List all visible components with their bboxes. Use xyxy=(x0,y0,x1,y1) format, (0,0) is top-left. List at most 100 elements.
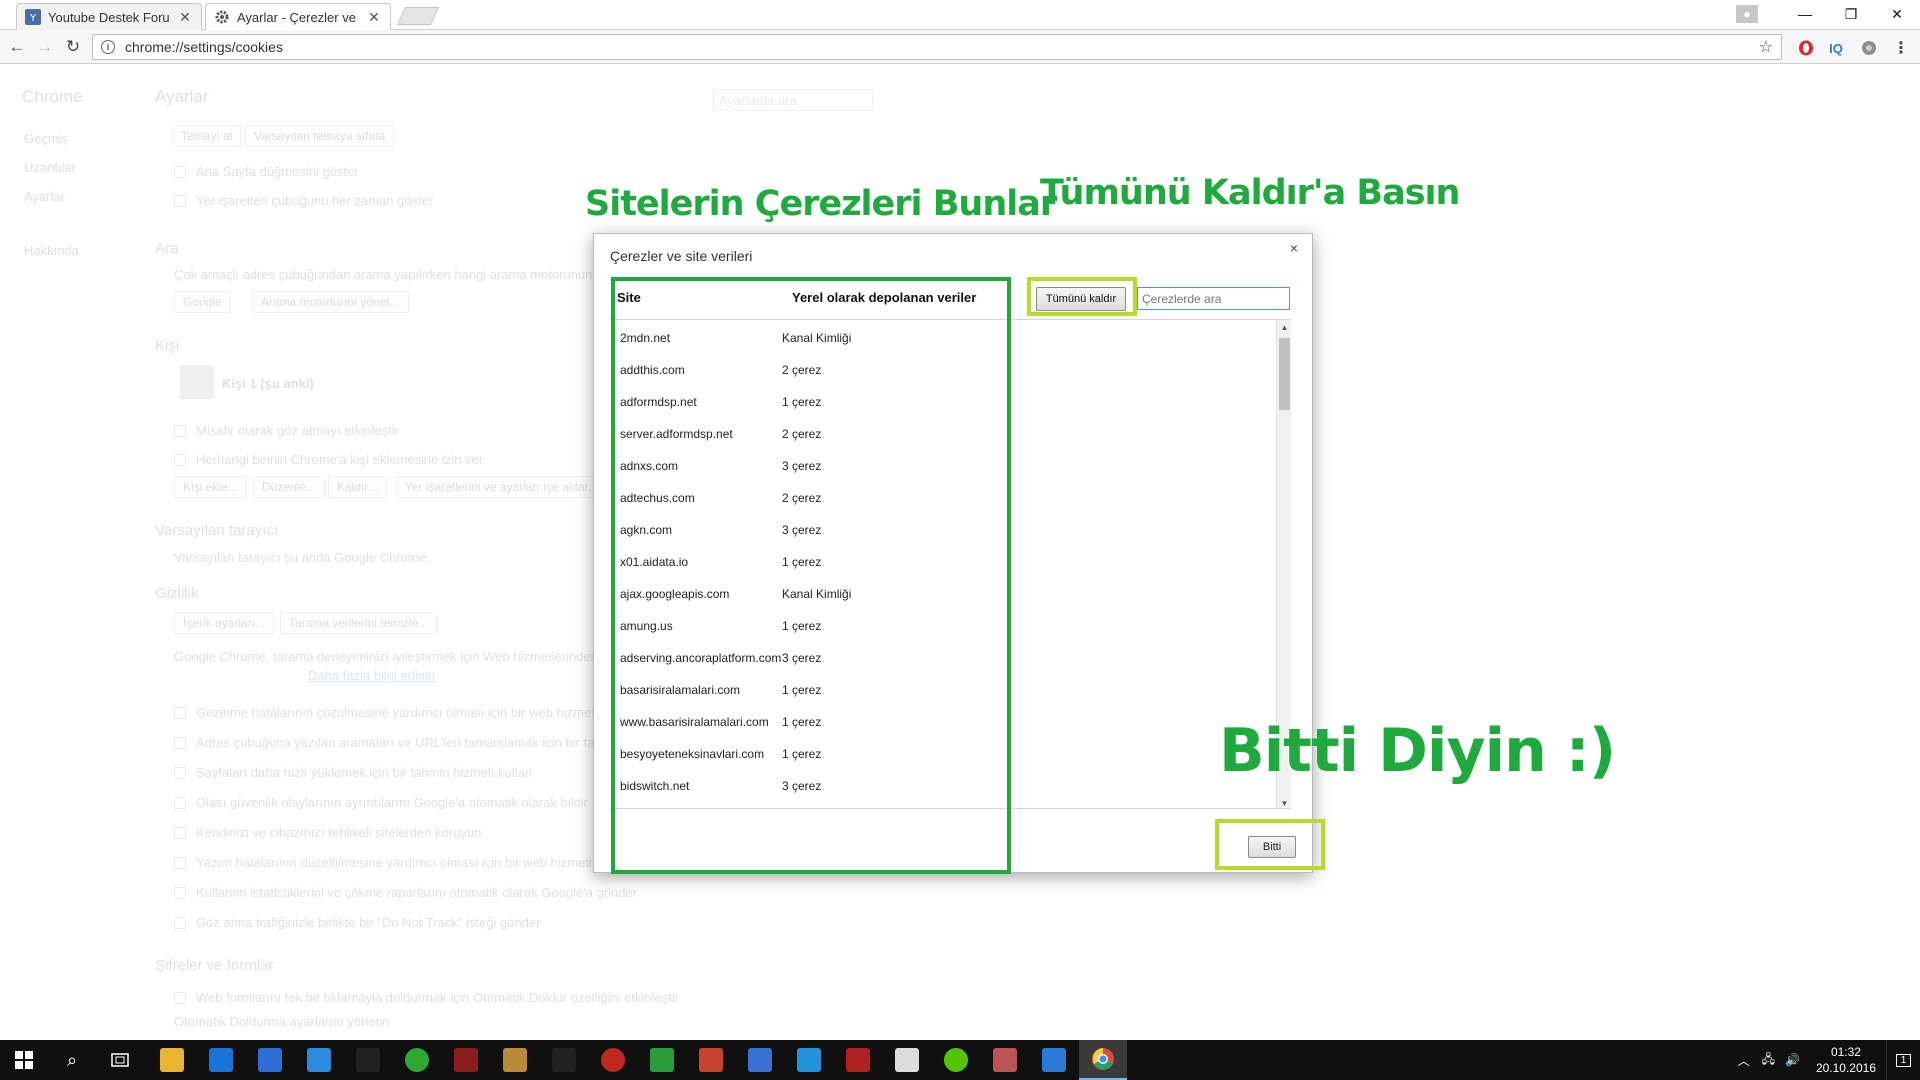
scrollbar-thumb[interactable] xyxy=(1279,338,1290,410)
add-person-button: Kişi ekle... xyxy=(174,476,247,498)
search-engine-select: Google xyxy=(174,291,231,313)
remove-all-highlight-box xyxy=(1027,277,1137,316)
address-bar[interactable]: i chrome://settings/cookies ☆ xyxy=(92,34,1782,60)
tab-close-icon[interactable]: ✕ xyxy=(366,9,382,26)
setting-label: Kendinizi ve cihazınızı tehlikeli sitele… xyxy=(196,825,482,840)
chrome-brand: Chrome xyxy=(22,87,83,106)
close-icon[interactable]: × xyxy=(1286,240,1302,256)
import-bookmarks-button: Yer işaretlerini ve ayarları içe aktar..… xyxy=(396,476,607,498)
taskbar-app-icon[interactable] xyxy=(1030,1040,1078,1080)
taskbar-utorrent-icon[interactable] xyxy=(932,1040,980,1080)
task-view-icon[interactable] xyxy=(96,1040,144,1080)
annotation-remove-all-label: Tümünü Kaldır'a Basın xyxy=(1040,173,1460,213)
minimize-icon[interactable]: — xyxy=(1782,6,1828,22)
checkbox xyxy=(174,195,186,207)
privacy-heading: Gizlilik xyxy=(155,585,199,602)
tab-title: Ayarlar - Çerezler ve site xyxy=(237,9,359,25)
checkbox xyxy=(174,767,186,779)
setting-label: Göz atma trafiğinizle birlikte bir "Do N… xyxy=(196,915,541,930)
file-explorer-icon xyxy=(160,1048,184,1072)
taskbar-obs-icon[interactable] xyxy=(344,1040,392,1080)
camtasia-icon xyxy=(650,1048,674,1072)
search-icon[interactable]: ⌕ xyxy=(48,1040,96,1080)
window-controls: ● — ❐ ✕ xyxy=(1736,0,1920,28)
scroll-up-icon[interactable]: ▲ xyxy=(1277,320,1291,334)
taskbar-utorrent-icon[interactable] xyxy=(393,1040,441,1080)
people-heading: Kişi xyxy=(155,337,180,354)
info-icon[interactable]: i xyxy=(101,40,115,54)
utorrent-icon xyxy=(944,1048,968,1072)
taskbar-file-explorer-icon[interactable] xyxy=(148,1040,196,1080)
address-url[interactable]: chrome://settings/cookies xyxy=(125,39,1759,55)
get-theme-button: Temayı al xyxy=(172,125,242,147)
taskbar-store-icon[interactable] xyxy=(246,1040,294,1080)
chrome-icon xyxy=(1091,1047,1115,1071)
tab-close-icon[interactable]: ✕ xyxy=(177,9,193,26)
taskbar-app-icon[interactable] xyxy=(883,1040,931,1080)
restore-icon[interactable]: ❐ xyxy=(1828,6,1874,23)
checkbox xyxy=(174,166,186,178)
settings-search: Ayarlarda ara xyxy=(713,89,873,111)
date: 20.10.2016 xyxy=(1815,1061,1876,1075)
back-arrow-icon[interactable]: ← xyxy=(6,36,28,58)
notification-icon[interactable]: 1 xyxy=(1886,1040,1920,1080)
skype-icon xyxy=(797,1048,821,1072)
shield-icon[interactable] xyxy=(1860,39,1878,57)
reset-theme-button: Varsayılan temaya sıfırla xyxy=(245,125,395,147)
reload-icon[interactable]: ↻ xyxy=(62,36,84,58)
taskbar-winrar-icon[interactable] xyxy=(442,1040,490,1080)
annotation-done-label: Bitti Diyin :) xyxy=(1219,716,1616,786)
nav-settings: Ayarlar xyxy=(24,189,65,204)
setting-label: Herhangi birinin Chrome'a kişi eklemesin… xyxy=(196,452,484,467)
bookmark-star-icon[interactable]: ☆ xyxy=(1759,37,1773,57)
tab-youtube-destek[interactable]: Y Youtube Destek Forumu ✕ xyxy=(16,3,202,30)
setting-label: Kullanım istatistiklerini ve çökme rapor… xyxy=(196,885,638,900)
privacy-link: Daha fazla bilgi edinin xyxy=(308,668,436,683)
taskbar-camtasia-icon[interactable] xyxy=(638,1040,686,1080)
network-icon[interactable]: 🖧 xyxy=(1762,1050,1775,1071)
browser-toolbar: ← → ↻ i chrome://settings/cookies ☆ IQ ⋮ xyxy=(0,30,1920,64)
user-profile-icon[interactable]: ● xyxy=(1736,5,1758,23)
checkbox xyxy=(174,454,186,466)
taskbar-dfx-icon[interactable] xyxy=(540,1040,588,1080)
taskbar-app-icon[interactable] xyxy=(295,1040,343,1080)
people-user: Kişi 1 (şu anki) xyxy=(222,376,314,391)
checkbox xyxy=(174,887,186,899)
app-icon xyxy=(748,1048,772,1072)
close-window-icon[interactable]: ✕ xyxy=(1874,6,1920,23)
app-icon xyxy=(503,1048,527,1072)
default-browser-heading: Varsayılan tarayıcı xyxy=(155,522,279,539)
app-icon xyxy=(993,1048,1017,1072)
checkbox xyxy=(174,827,186,839)
taskbar-app-icon[interactable] xyxy=(687,1040,735,1080)
scroll-down-icon[interactable]: ▼ xyxy=(1277,796,1291,808)
new-tab-button[interactable] xyxy=(396,7,440,25)
taskbar-app-icon[interactable] xyxy=(981,1040,1029,1080)
forward-arrow-icon[interactable]: → xyxy=(34,36,56,58)
taskbar-record-icon[interactable] xyxy=(589,1040,637,1080)
start-button[interactable] xyxy=(0,1040,48,1080)
edit-person-button: Düzenle... xyxy=(253,476,326,498)
tab-settings[interactable]: Ayarlar - Çerezler ve site ✕ xyxy=(205,3,391,30)
taskbar-app-icon[interactable] xyxy=(491,1040,539,1080)
dfx-icon xyxy=(552,1048,576,1072)
chevron-up-icon[interactable]: ︿ xyxy=(1738,1052,1750,1069)
clock[interactable]: 01:32 20.10.2016 xyxy=(1816,1044,1876,1076)
taskbar-skype-icon[interactable] xyxy=(785,1040,833,1080)
nav-history: Geçmiş xyxy=(24,131,69,146)
volume-icon[interactable]: 🔊 xyxy=(1785,1053,1800,1067)
checkbox xyxy=(174,707,186,719)
record-icon xyxy=(601,1048,625,1072)
menu-icon[interactable]: ⋮ xyxy=(1892,39,1910,57)
app-icon xyxy=(846,1048,870,1072)
taskbar-chrome-icon[interactable] xyxy=(1079,1040,1127,1080)
iq-icon[interactable]: IQ xyxy=(1827,39,1845,57)
list-highlight-box xyxy=(611,277,1011,874)
taskbar-app-icon[interactable] xyxy=(834,1040,882,1080)
taskbar-app-icon[interactable] xyxy=(736,1040,784,1080)
nav-extensions: Uzantılar xyxy=(24,160,77,175)
taskbar-edge-icon[interactable] xyxy=(197,1040,245,1080)
setting-label: Sayfaları daha hızlı yüklemek için bir t… xyxy=(196,765,532,780)
opera-icon[interactable] xyxy=(1797,39,1815,57)
cookie-search-input[interactable] xyxy=(1137,287,1290,310)
